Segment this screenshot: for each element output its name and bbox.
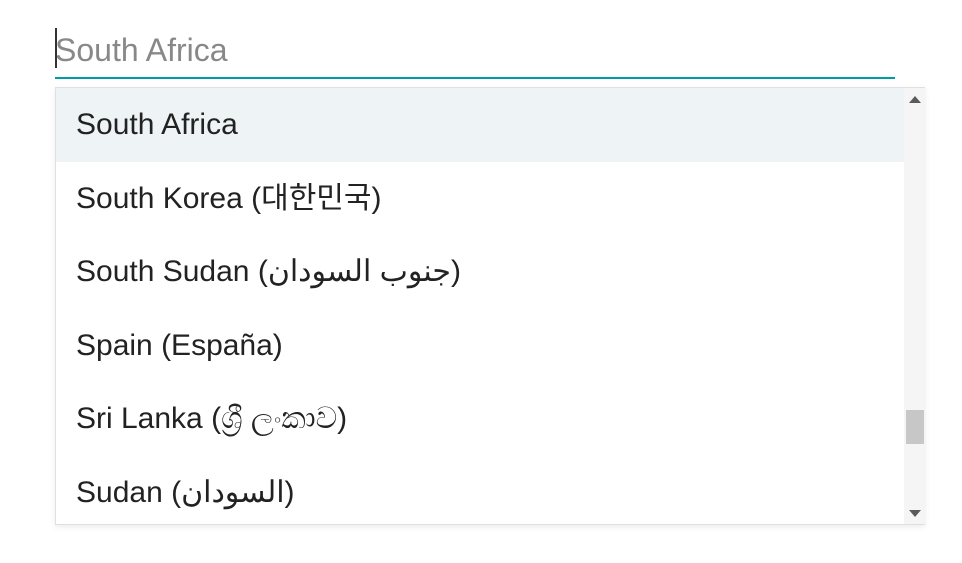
dropdown-option-sri-lanka[interactable]: Sri Lanka (ශ්‍රී ලංකාව): [56, 382, 926, 456]
dropdown-option-south-sudan[interactable]: South Sudan (جنوب السودان): [56, 235, 926, 309]
chevron-down-icon: [909, 510, 921, 517]
dropdown-option-spain[interactable]: Spain (España): [56, 309, 926, 383]
dropdown-panel: South Africa South Korea (대한민국) South Su…: [55, 87, 925, 525]
dropdown-option-south-africa[interactable]: South Africa: [56, 88, 926, 162]
dropdown-option-sudan[interactable]: Sudan (السودان): [56, 456, 926, 525]
dropdown-option-south-korea[interactable]: South Korea (대한민국): [56, 162, 926, 236]
scroll-up-button[interactable]: [904, 88, 926, 110]
autocomplete-container: South Africa South Korea (대한민국) South Su…: [0, 0, 962, 525]
scrollbar-thumb[interactable]: [906, 410, 924, 444]
text-cursor: [55, 28, 57, 68]
chevron-up-icon: [909, 96, 921, 103]
dropdown-list: South Africa South Korea (대한민국) South Su…: [56, 88, 926, 524]
country-search-input[interactable]: [55, 30, 895, 79]
scroll-down-button[interactable]: [904, 502, 926, 524]
scrollbar-track[interactable]: [904, 88, 926, 524]
